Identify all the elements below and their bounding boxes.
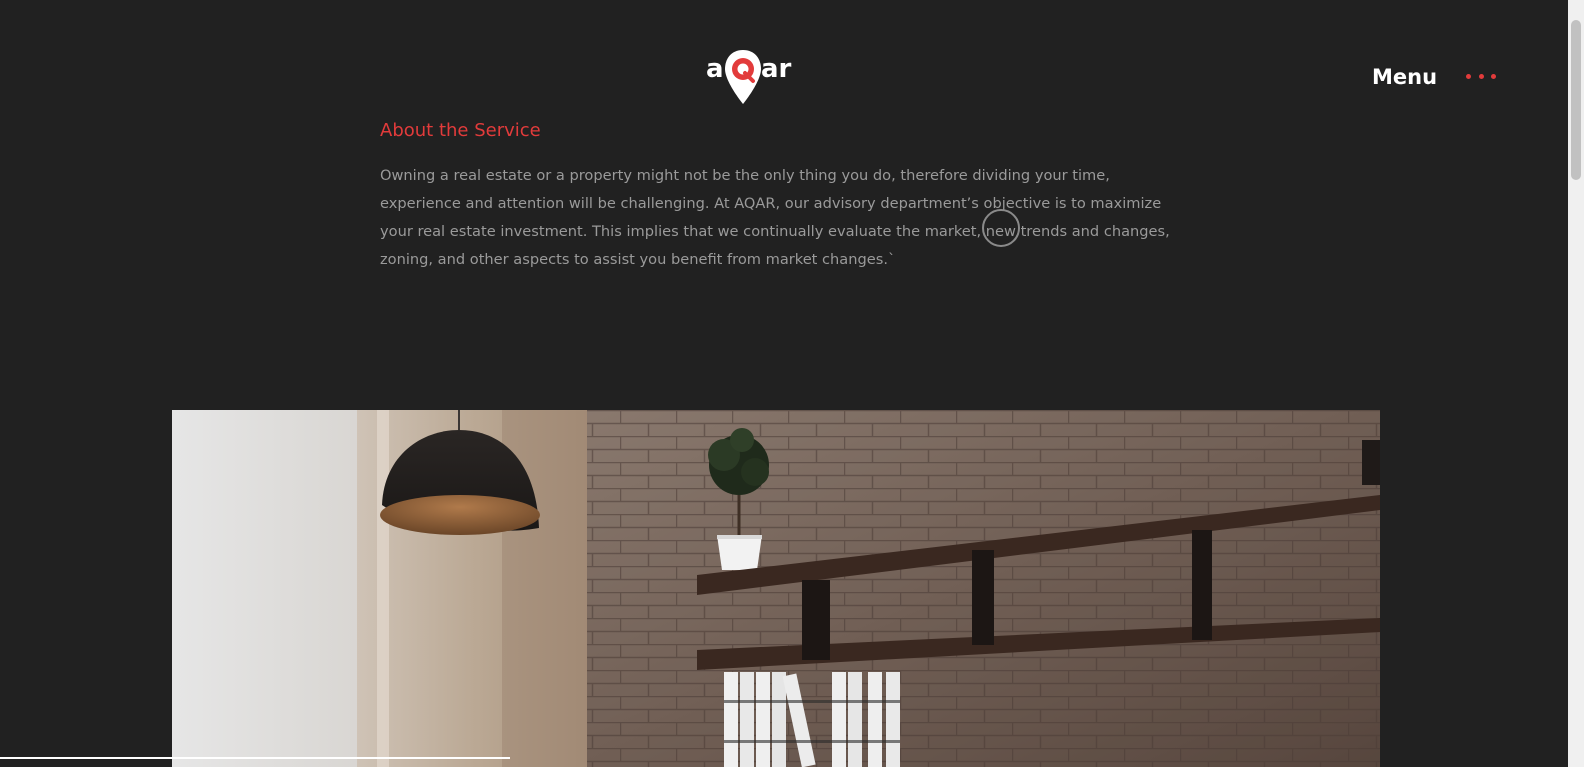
section-description: Owning a real estate or a property might… — [380, 167, 1170, 268]
logo-text-suffix: ar — [761, 54, 792, 84]
three-dots-icon[interactable] — [1466, 73, 1496, 81]
page: a ar Menu About the Service Owning a rea… — [0, 0, 1568, 767]
office-interior-photo — [172, 410, 1380, 767]
menu-label[interactable]: Menu — [1372, 63, 1437, 91]
logo-link[interactable]: a ar — [706, 48, 796, 110]
map-pin-icon — [725, 50, 761, 104]
menu-dot — [1466, 74, 1471, 79]
logo-text-prefix: a — [706, 54, 724, 84]
section-title: About the Service — [380, 120, 541, 141]
scrollbar-thumb[interactable] — [1571, 20, 1581, 180]
hero-image — [172, 410, 1380, 767]
menu-dot — [1491, 74, 1496, 79]
menu-dot — [1478, 74, 1484, 79]
progress-line — [0, 757, 510, 759]
